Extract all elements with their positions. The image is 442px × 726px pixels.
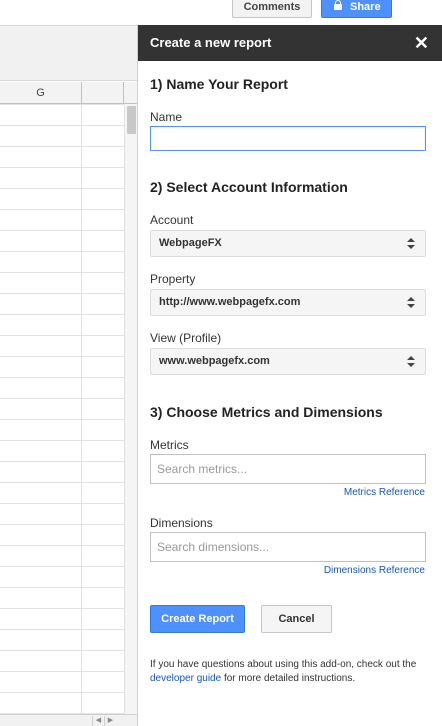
- scroll-left-icon[interactable]: ◀: [92, 716, 104, 726]
- section-metrics-title: 3) Choose Metrics and Dimensions: [150, 404, 383, 420]
- spreadsheet-grid[interactable]: [0, 104, 124, 714]
- column-header-g[interactable]: G: [0, 82, 82, 104]
- help-suffix: for more detailed instructions.: [223, 673, 356, 684]
- sidebar-title: Create a new report: [150, 35, 272, 50]
- create-report-sidebar: Create a new report ✕ 1) Name Your Repor…: [137, 25, 442, 726]
- account-value: WebpageFX: [159, 237, 222, 249]
- account-label: Account: [150, 213, 194, 227]
- dimensions-search-input[interactable]: [150, 532, 426, 562]
- lock-icon: [334, 0, 342, 10]
- dimensions-reference-link[interactable]: Dimensions Reference: [324, 565, 425, 576]
- horizontal-scrollbar[interactable]: ◀ ▶: [0, 714, 137, 726]
- vertical-scroll-thumb[interactable]: [127, 106, 136, 134]
- section-account-title: 2) Select Account Information: [150, 179, 348, 195]
- app-window: Comments Share G ◀ ▶ Create a new report…: [0, 0, 442, 726]
- property-select[interactable]: http://www.webpagefx.com: [150, 289, 426, 316]
- close-icon[interactable]: ✕: [414, 25, 429, 61]
- help-prefix: If you have questions about using this a…: [150, 659, 417, 670]
- view-select[interactable]: www.webpagefx.com: [150, 348, 426, 375]
- scroll-right-icon[interactable]: ▶: [104, 716, 116, 726]
- select-arrows-icon: [407, 356, 415, 368]
- vertical-scrollbar[interactable]: [124, 104, 137, 714]
- property-value: http://www.webpagefx.com: [159, 296, 301, 308]
- select-arrows-icon: [407, 238, 415, 250]
- column-header-row: G: [0, 82, 137, 104]
- help-text: If you have questions about using this a…: [150, 658, 435, 686]
- metrics-search-input[interactable]: [150, 454, 426, 484]
- account-select[interactable]: WebpageFX: [150, 230, 426, 257]
- name-input[interactable]: [150, 126, 426, 151]
- property-label: Property: [150, 272, 196, 286]
- sheet-toolbar: [0, 25, 137, 81]
- section-name-title: 1) Name Your Report: [150, 76, 288, 92]
- select-arrows-icon: [407, 297, 415, 309]
- top-bar: Comments Share: [0, 0, 442, 25]
- create-report-button[interactable]: Create Report: [150, 605, 245, 633]
- cancel-button[interactable]: Cancel: [261, 605, 332, 633]
- share-button[interactable]: Share: [321, 0, 392, 18]
- view-label: View (Profile): [150, 331, 222, 345]
- dimensions-label: Dimensions: [150, 516, 213, 530]
- column-header-h[interactable]: [82, 82, 124, 104]
- metrics-reference-link[interactable]: Metrics Reference: [344, 487, 425, 498]
- comments-button[interactable]: Comments: [232, 0, 312, 18]
- metrics-label: Metrics: [150, 438, 189, 452]
- developer-guide-link[interactable]: developer guide: [150, 673, 221, 684]
- share-label: Share: [350, 1, 381, 13]
- sidebar-header: Create a new report ✕: [138, 25, 442, 61]
- view-value: www.webpagefx.com: [159, 355, 270, 367]
- name-label: Name: [150, 110, 183, 124]
